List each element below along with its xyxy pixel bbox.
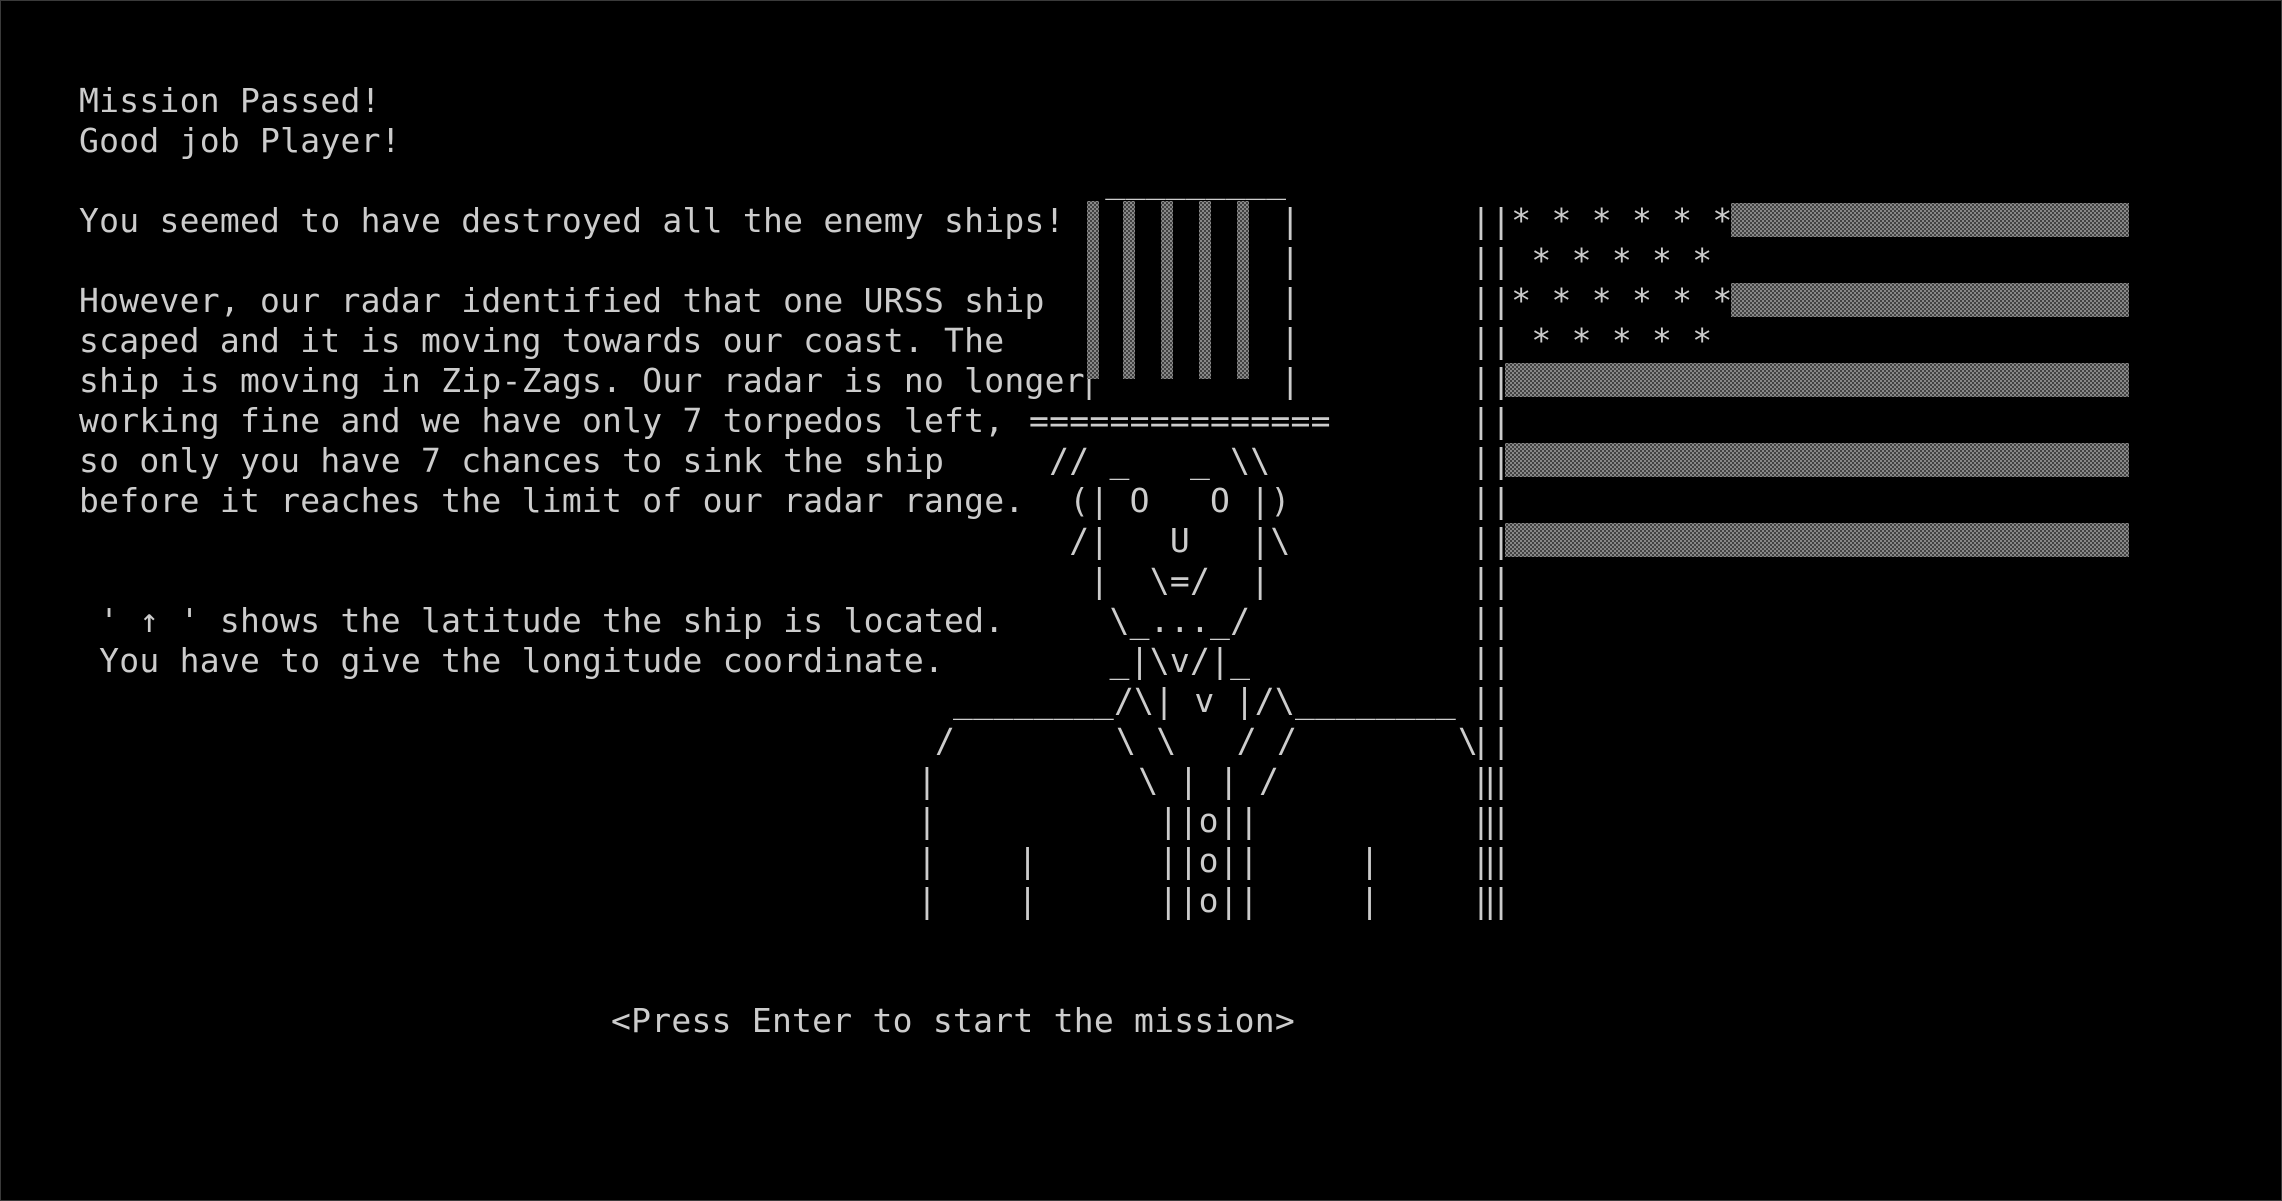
press-enter-prompt[interactable]: <Press Enter to start the mission> [611, 1001, 1295, 1041]
flag-line: || [1471, 641, 1512, 680]
flag-line: || * * * * * [1471, 241, 1713, 280]
mission-passed-title: Mission Passed! [79, 81, 381, 120]
flag-line: || [1471, 841, 1512, 880]
longitude-instruction: You have to give the longitude coordinat… [79, 641, 945, 680]
flag-stripe [1731, 203, 2129, 237]
ascii-line: _________ [1065, 161, 1287, 200]
flag-line: || [1471, 481, 1512, 520]
flag-line: || [1471, 561, 1512, 600]
hat-stripe [1237, 201, 1249, 379]
flag-stripe [1505, 523, 2129, 557]
flag-stripe [1731, 283, 2129, 317]
hat-stripe [1123, 201, 1135, 379]
hat-stripe [1087, 201, 1099, 379]
flag-line: || [1471, 721, 1512, 760]
flag-stripe [1505, 363, 2129, 397]
briefing-line: ship is moving in Zip-Zags. Our radar is… [79, 361, 1085, 400]
ascii-line: (| O O |) [1029, 481, 1291, 520]
briefing-line: scaped and it is moving towards our coas… [79, 321, 1005, 360]
ascii-line: | | ||o|| | | [917, 881, 1501, 920]
flag-line: ||* * * * * * [1471, 281, 1733, 320]
flag-line: || [1471, 601, 1512, 640]
ascii-line: | \ | | / | [917, 761, 1501, 800]
ascii-line: _|\v/|_ [1029, 641, 1251, 680]
flag-line: || [1471, 881, 1512, 920]
ascii-line: // _ _ \\ [1029, 441, 1271, 480]
destroyed-ships-text: You seemed to have destroyed all the ene… [79, 201, 1065, 240]
flag-line: || [1471, 401, 1512, 440]
ascii-line: | \=/ | [1029, 561, 1271, 600]
hat-stripe [1161, 201, 1173, 379]
ascii-line: /| U |\ [1029, 521, 1291, 560]
flag-line: || [1471, 801, 1512, 840]
console-window: Mission Passed! Good job Player! You see… [0, 0, 2282, 1201]
briefing-line: However, our radar identified that one U… [79, 281, 1045, 320]
hat-stripe [1199, 201, 1211, 379]
briefing-line: before it reaches the limit of our radar… [79, 481, 1025, 520]
flag-line: || [1471, 761, 1512, 800]
ascii-line: / \ \ / / \ [935, 721, 1479, 760]
latitude-instruction: ' ↑ ' shows the latitude the ship is loc… [79, 601, 1005, 640]
flag-line: || [1471, 681, 1512, 720]
flag-stripe [1505, 443, 2129, 477]
ascii-line: | ||o|| | [917, 801, 1501, 840]
briefing-line: working fine and we have only 7 torpedos… [79, 401, 1005, 440]
ascii-line: =============== [1029, 401, 1331, 440]
ascii-line: \_..._/ [1029, 601, 1251, 640]
greeting-text: Good job Player! [79, 121, 401, 160]
ascii-line: ________/\| v |/\________ [953, 681, 1456, 720]
flag-line: || * * * * * [1471, 321, 1713, 360]
ascii-line: | | ||o|| | | [917, 841, 1501, 880]
flag-line: ||* * * * * * [1471, 201, 1733, 240]
briefing-line: so only you have 7 chances to sink the s… [79, 441, 945, 480]
